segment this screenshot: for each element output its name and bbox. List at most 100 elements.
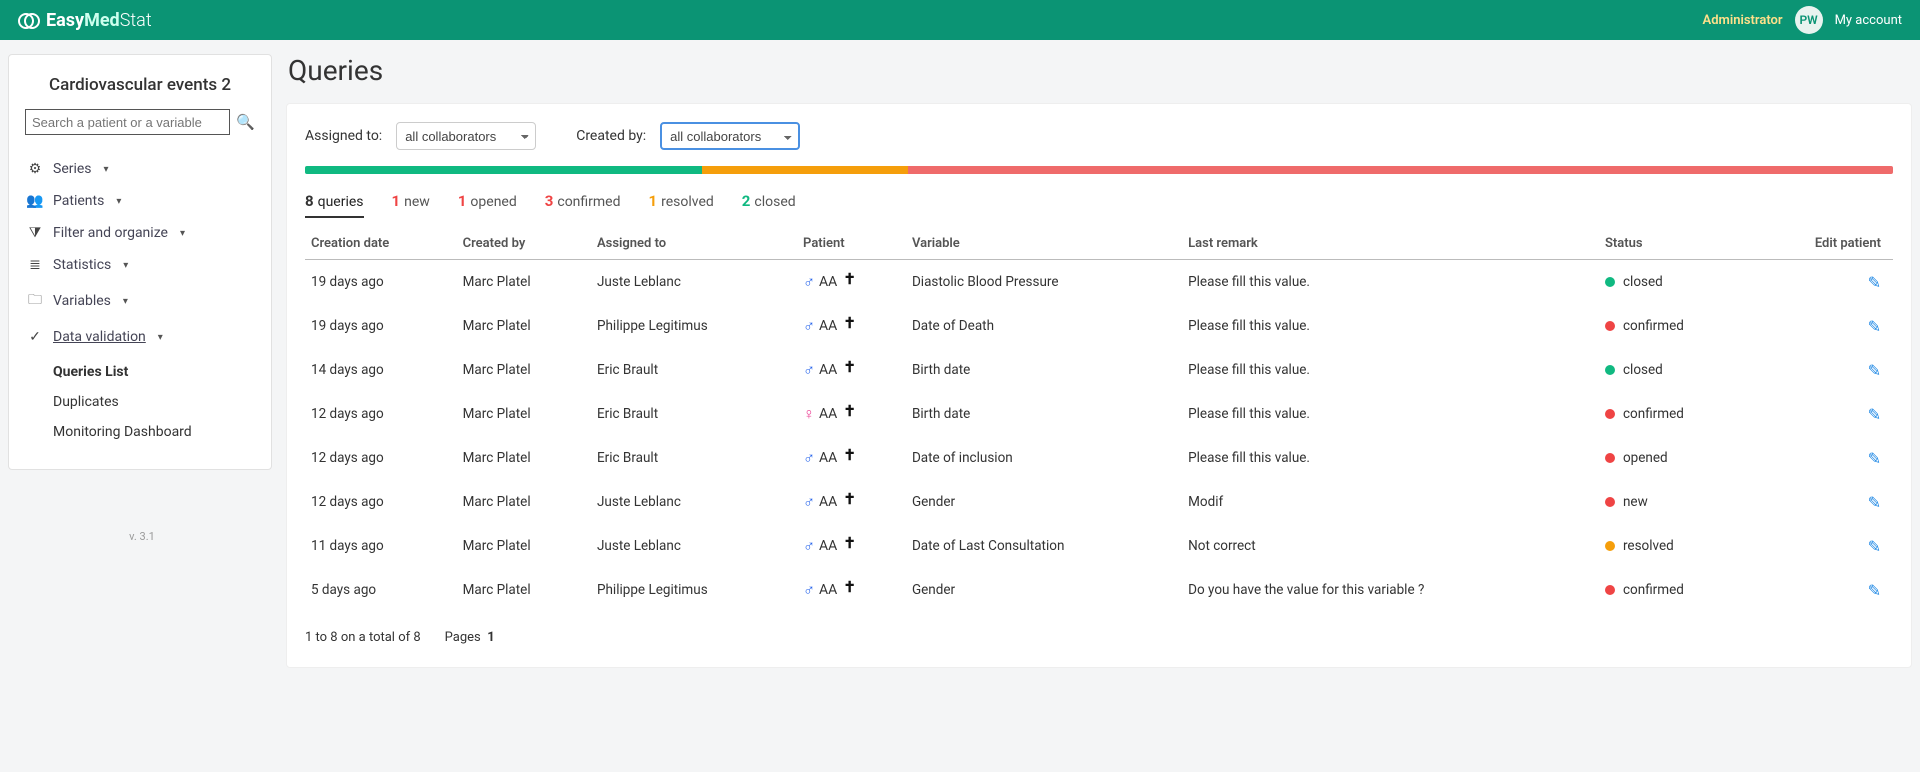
nav-icon: ⚙ (27, 161, 43, 177)
col-remark[interactable]: Last remark (1182, 228, 1599, 260)
deceased-icon: ✝ (843, 490, 856, 508)
cell-creation: 12 days ago (305, 436, 457, 480)
deceased-icon: ✝ (843, 270, 856, 288)
tab-new[interactable]: 1 new (392, 192, 430, 218)
tab-count: 2 (742, 192, 751, 210)
sidebar-subitem-monitoring-dashboard[interactable]: Monitoring Dashboard (53, 417, 271, 447)
sidebar-item-data-validation[interactable]: ✓Data validation ▾ (9, 321, 271, 353)
sidebar-item-label: Filter and organize (53, 225, 168, 241)
edit-patient-button[interactable]: ✎ (1868, 273, 1881, 292)
cell-patient[interactable]: ♂ AA ✝ (797, 304, 906, 348)
pager-label: Pages (445, 630, 481, 645)
avatar[interactable]: PW (1795, 6, 1823, 34)
sidebar: Cardiovascular events 2 🔍 ⚙Series ▾👥Pati… (8, 54, 272, 470)
my-account-link[interactable]: My account (1835, 13, 1902, 28)
cell-creation: 14 days ago (305, 348, 457, 392)
pencil-icon: ✎ (1868, 493, 1881, 512)
table-row: 5 days ago Marc Platel Philippe Legitimu… (305, 568, 1893, 612)
gender-icon: ♂ (803, 536, 815, 556)
cell-variable: Birth date (906, 348, 1182, 392)
assigned-to-label: Assigned to: (305, 128, 382, 144)
deceased-icon: ✝ (843, 446, 856, 464)
page-title: Queries (288, 54, 1910, 87)
edit-patient-button[interactable]: ✎ (1868, 361, 1881, 380)
status-dot-icon (1605, 497, 1615, 507)
gender-icon: ♂ (803, 448, 815, 468)
status-badge: resolved (1623, 538, 1674, 554)
patient-code: AA (819, 362, 837, 378)
cell-status: confirmed (1599, 392, 1752, 436)
col-created-by[interactable]: Created by (457, 228, 591, 260)
cell-creation: 11 days ago (305, 524, 457, 568)
sidebar-item-series[interactable]: ⚙Series ▾ (9, 153, 271, 185)
col-assigned-to[interactable]: Assigned to (591, 228, 797, 260)
col-status[interactable]: Status (1599, 228, 1752, 260)
cell-created-by: Marc Platel (457, 392, 591, 436)
cell-patient[interactable]: ♀ AA ✝ (797, 392, 906, 436)
sidebar-item-patients[interactable]: 👥Patients ▾ (9, 185, 271, 217)
cell-patient[interactable]: ♂ AA ✝ (797, 568, 906, 612)
cell-remark: Not correct (1182, 524, 1599, 568)
col-variable[interactable]: Variable (906, 228, 1182, 260)
sidebar-subitem-queries-list[interactable]: Queries List (53, 357, 271, 387)
table-row: 12 days ago Marc Platel Eric Brault ♂ AA… (305, 436, 1893, 480)
assigned-to-select[interactable]: all collaborators (396, 122, 536, 150)
search-button[interactable]: 🔍 (236, 113, 255, 131)
edit-patient-button[interactable]: ✎ (1868, 317, 1881, 336)
tab-label: confirmed (557, 194, 620, 210)
col-patient[interactable]: Patient (797, 228, 906, 260)
cell-patient[interactable]: ♂ AA ✝ (797, 348, 906, 392)
cell-remark: Please fill this value. (1182, 260, 1599, 305)
tab-queries[interactable]: 8 queries (305, 192, 364, 218)
cell-patient[interactable]: ♂ AA ✝ (797, 524, 906, 568)
sidebar-item-filter-and-organize[interactable]: ⧩Filter and organize ▾ (9, 217, 271, 249)
cell-remark: Please fill this value. (1182, 348, 1599, 392)
cell-creation: 19 days ago (305, 260, 457, 305)
table-row: 19 days ago Marc Platel Philippe Legitim… (305, 304, 1893, 348)
edit-patient-button[interactable]: ✎ (1868, 581, 1881, 600)
tab-confirmed[interactable]: 3 confirmed (545, 192, 621, 218)
tab-count: 1 (458, 192, 467, 210)
tab-opened[interactable]: 1 opened (458, 192, 517, 218)
tab-closed[interactable]: 2 closed (742, 192, 796, 218)
col-creation[interactable]: Creation date (305, 228, 457, 260)
cell-status: confirmed (1599, 304, 1752, 348)
cell-patient[interactable]: ♂ AA ✝ (797, 480, 906, 524)
sidebar-subitem-duplicates[interactable]: Duplicates (53, 387, 271, 417)
tab-label: closed (754, 194, 795, 210)
search-input[interactable] (25, 109, 230, 135)
tab-count: 1 (649, 192, 658, 210)
status-dot-icon (1605, 541, 1615, 551)
status-bar-segment (305, 166, 702, 174)
edit-patient-button[interactable]: ✎ (1868, 449, 1881, 468)
chevron-down-icon: ▾ (116, 196, 121, 207)
col-edit: Edit patient (1752, 228, 1893, 260)
edit-patient-button[interactable]: ✎ (1868, 405, 1881, 424)
topbar: EasyMedStat Administrator PW My account (0, 0, 1920, 40)
cell-assigned-to: Philippe Legitimus (591, 304, 797, 348)
sidebar-item-statistics[interactable]: ≣Statistics ▾ (9, 249, 271, 281)
cell-creation: 19 days ago (305, 304, 457, 348)
pencil-icon: ✎ (1868, 581, 1881, 600)
app-logo[interactable]: EasyMedStat (18, 10, 152, 31)
edit-patient-button[interactable]: ✎ (1868, 537, 1881, 556)
chevron-down-icon: ▾ (104, 164, 109, 175)
tab-resolved[interactable]: 1 resolved (649, 192, 714, 218)
cell-creation: 12 days ago (305, 480, 457, 524)
sidebar-item-variables[interactable]: 🗀Variables ▾ (9, 281, 271, 321)
created-by-label: Created by: (576, 128, 646, 144)
edit-patient-button[interactable]: ✎ (1868, 493, 1881, 512)
cell-patient[interactable]: ♂ AA ✝ (797, 436, 906, 480)
cell-created-by: Marc Platel (457, 524, 591, 568)
cell-status: confirmed (1599, 568, 1752, 612)
cell-patient[interactable]: ♂ AA ✝ (797, 260, 906, 305)
patient-code: AA (819, 494, 837, 510)
cell-remark: Do you have the value for this variable … (1182, 568, 1599, 612)
created-by-select[interactable]: all collaborators (660, 122, 800, 150)
pager-current[interactable]: 1 (487, 630, 494, 645)
tab-label: resolved (661, 194, 714, 210)
deceased-icon: ✝ (843, 402, 856, 420)
cell-remark: Please fill this value. (1182, 392, 1599, 436)
gender-icon: ♀ (803, 404, 815, 424)
cell-assigned-to: Juste Leblanc (591, 260, 797, 305)
